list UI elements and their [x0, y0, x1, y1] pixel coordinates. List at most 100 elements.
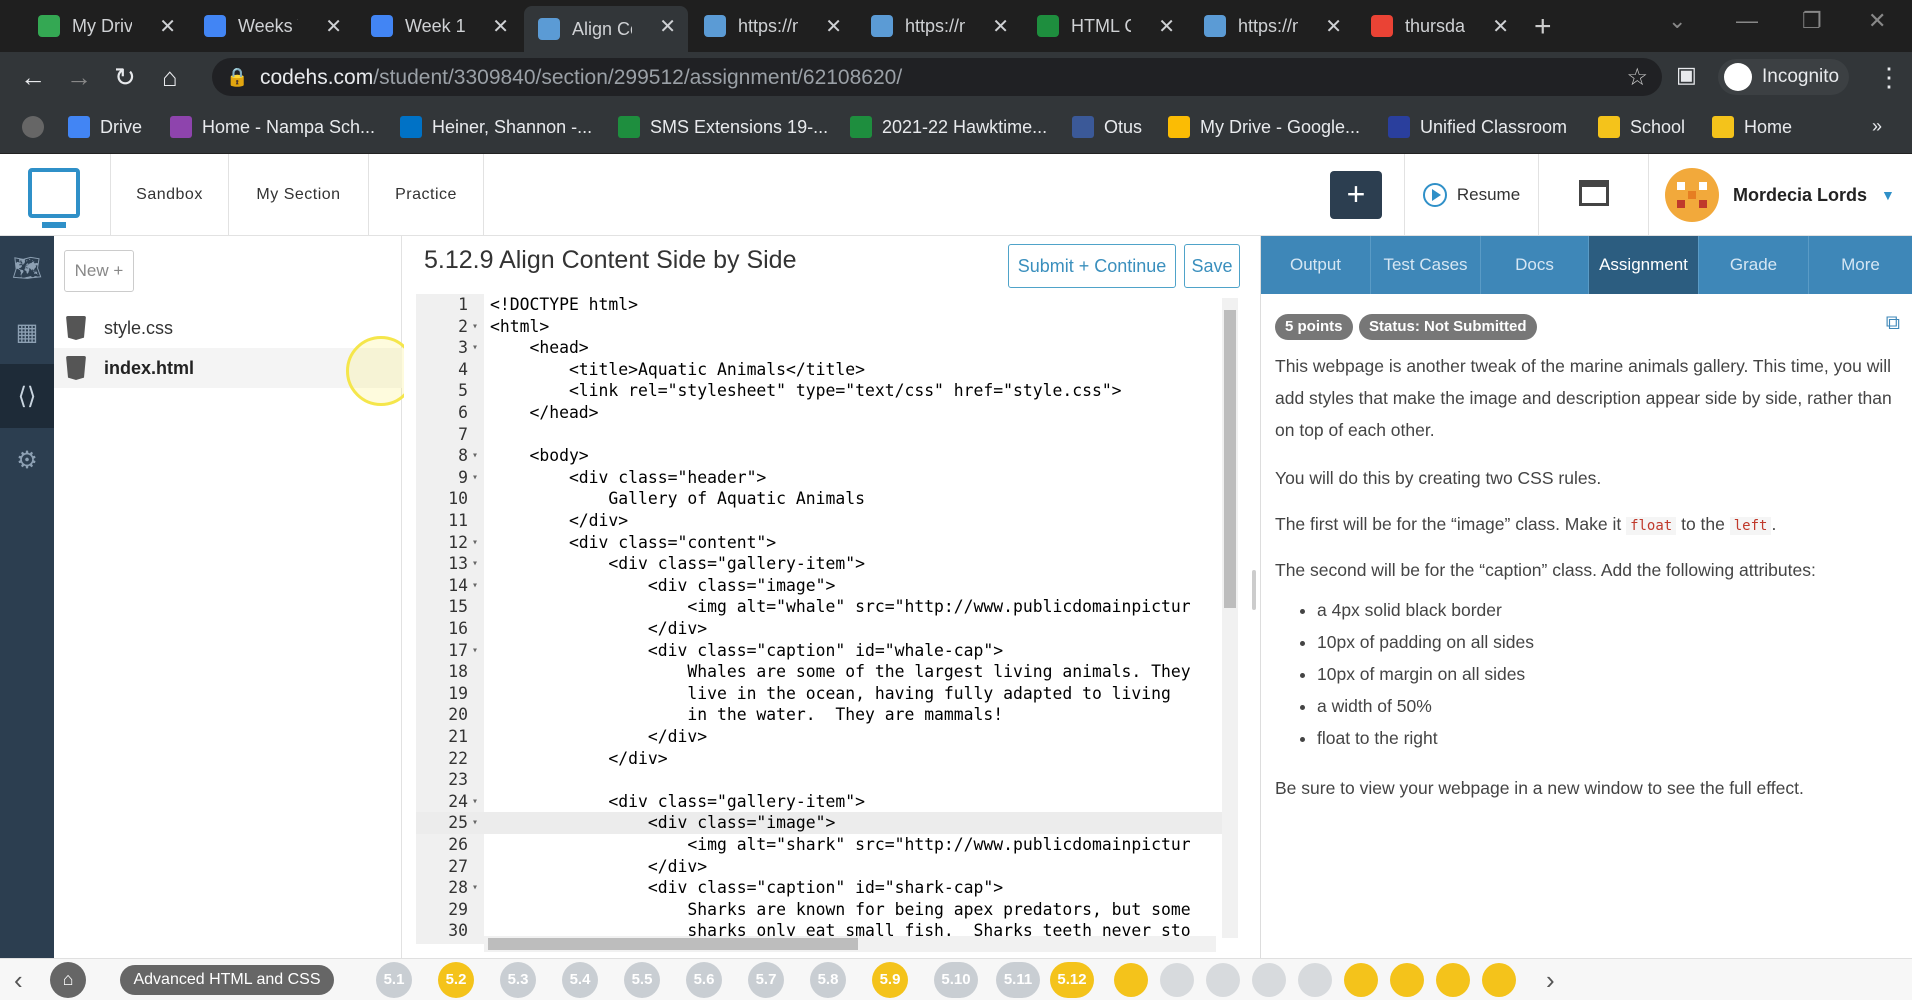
lesson-bubble[interactable]: 5.7: [748, 962, 784, 998]
tab-output[interactable]: Output: [1261, 236, 1371, 294]
bookmark-item[interactable]: My Drive - Google...: [1168, 116, 1360, 138]
fold-arrow-icon[interactable]: ▾: [472, 467, 478, 489]
fold-arrow-icon[interactable]: ▾: [472, 445, 478, 467]
tab-close-icon[interactable]: ✕: [492, 14, 509, 39]
file-item-style-css[interactable]: style.css: [54, 308, 402, 348]
user-menu[interactable]: Mordecia Lords ▼: [1648, 154, 1912, 236]
code-line[interactable]: <div class="caption" id="whale-cap">: [490, 640, 1003, 662]
activity-icon[interactable]: [1436, 963, 1470, 997]
sidebar-icon[interactable]: ▣: [1676, 62, 1697, 88]
fold-arrow-icon[interactable]: ▾: [472, 532, 478, 554]
code-area[interactable]: 1 <!DOCTYPE html> 2 ▾ <html> 3 ▾ <head> 4 <titl…: [416, 294, 1226, 944]
minimize-icon[interactable]: —: [1736, 8, 1758, 34]
code-line[interactable]: in the water. They are mammals!: [490, 704, 1003, 726]
nav-my-section[interactable]: My Section: [228, 154, 368, 236]
back-arrow-icon[interactable]: ←: [20, 62, 46, 93]
bookmark-item[interactable]: Unified Classroom: [1388, 116, 1567, 138]
home-icon[interactable]: ⌂: [162, 62, 178, 93]
code-line[interactable]: <div class="header">: [490, 467, 766, 489]
code-line[interactable]: </div>: [490, 618, 707, 640]
lesson-bubble[interactable]: 5.4: [562, 962, 598, 998]
code-line[interactable]: <img alt="whale" src="http://www.publicd…: [490, 596, 1190, 618]
bookmark-item[interactable]: 2021-22 Hawktime...: [850, 116, 1047, 138]
bookmark-item[interactable]: School: [1598, 116, 1685, 138]
fold-arrow-icon[interactable]: ▾: [472, 640, 478, 662]
calendar-icon[interactable]: ▦: [0, 300, 54, 364]
codehs-logo-icon[interactable]: [28, 168, 80, 228]
browser-tab[interactable]: HTML Cc ✕: [1023, 6, 1187, 46]
activity-icon[interactable]: [1390, 963, 1424, 997]
tab-close-icon[interactable]: ✕: [159, 14, 176, 39]
code-line[interactable]: <div class="gallery-item">: [490, 791, 865, 813]
activity-icon[interactable]: [1344, 963, 1378, 997]
fold-arrow-icon[interactable]: ▾: [472, 812, 478, 834]
url-input[interactable]: 🔒 codehs.com/student/3309840/section/299…: [212, 58, 1662, 96]
code-line[interactable]: <div class="caption" id="shark-cap">: [490, 877, 1003, 899]
bookmark-item[interactable]: Home: [1712, 116, 1792, 138]
code-line[interactable]: <div class="image">: [490, 812, 836, 834]
browser-tab[interactable]: https://n ✕: [857, 6, 1021, 46]
fold-arrow-icon[interactable]: ▾: [472, 575, 478, 597]
lesson-bubble[interactable]: 5.3: [500, 962, 536, 998]
code-line[interactable]: </div>: [490, 748, 667, 770]
tab-docs[interactable]: Docs: [1481, 236, 1589, 294]
resume-button[interactable]: Resume: [1404, 154, 1538, 236]
incognito-indicator[interactable]: Incognito: [1718, 59, 1850, 95]
bookmarks-overflow[interactable]: »: [1872, 116, 1882, 137]
lesson-bubble[interactable]: 5.8: [810, 962, 846, 998]
tab-close-icon[interactable]: ✕: [325, 14, 342, 39]
window-toggle-button[interactable]: [1538, 154, 1648, 236]
code-line[interactable]: Whales are some of the largest living an…: [490, 661, 1190, 683]
browser-tab[interactable]: My Drive ✕: [24, 6, 188, 46]
tab-close-icon[interactable]: ✕: [1158, 14, 1175, 39]
tab-close-icon[interactable]: ✕: [1492, 14, 1509, 39]
lesson-bubble[interactable]: 5.2: [438, 962, 474, 998]
lesson-bubble[interactable]: 5.11: [996, 962, 1040, 998]
reload-icon[interactable]: ↻: [114, 62, 136, 93]
fold-arrow-icon[interactable]: ▾: [472, 316, 478, 338]
tab-more[interactable]: More: [1809, 236, 1912, 294]
bookmark-item[interactable]: SMS Extensions 19-...: [618, 116, 828, 138]
fold-arrow-icon[interactable]: ▾: [472, 791, 478, 813]
tab-close-icon[interactable]: ✕: [1325, 14, 1342, 39]
nav-sandbox[interactable]: Sandbox: [110, 154, 228, 236]
code-line[interactable]: <div class="image">: [490, 575, 836, 597]
scroll-thumb[interactable]: [488, 938, 858, 950]
code-line[interactable]: <link rel="stylesheet" type="text/css" h…: [490, 380, 1122, 402]
code-editor-icon[interactable]: ⟨⟩: [0, 364, 54, 428]
lesson-bubble[interactable]: 5.12: [1050, 962, 1094, 998]
create-plus-button[interactable]: +: [1330, 171, 1382, 219]
lesson-bubble[interactable]: 5.1: [376, 962, 412, 998]
close-window-icon[interactable]: ✕: [1868, 8, 1886, 34]
tab-test-cases[interactable]: Test Cases: [1371, 236, 1481, 294]
new-tab-icon[interactable]: +: [1534, 10, 1552, 44]
code-line[interactable]: </div>: [490, 510, 628, 532]
code-line[interactable]: </head>: [490, 402, 598, 424]
bookmark-item[interactable]: Drive: [68, 116, 142, 138]
bookmark-item[interactable]: Home - Nampa Sch...: [170, 116, 375, 138]
browser-tab[interactable]: https://n ✕: [690, 6, 854, 46]
code-line[interactable]: <!DOCTYPE html>: [490, 294, 638, 316]
horizontal-scrollbar[interactable]: [484, 936, 1216, 952]
bookmark-item[interactable]: Heiner, Shannon -...: [400, 116, 592, 138]
vertical-scrollbar[interactable]: [1222, 298, 1238, 938]
code-line[interactable]: <head>: [490, 337, 588, 359]
lesson-bubble[interactable]: 5.10: [934, 962, 978, 998]
code-line[interactable]: <html>: [490, 316, 549, 338]
home-icon[interactable]: ⌂: [50, 962, 86, 998]
forward-arrow-icon[interactable]: →: [66, 62, 92, 93]
code-line[interactable]: <body>: [490, 445, 588, 467]
lesson-bubble[interactable]: 5.9: [872, 962, 908, 998]
fold-arrow-icon[interactable]: ▾: [472, 337, 478, 359]
code-line[interactable]: Sharks are known for being apex predator…: [490, 899, 1190, 921]
fold-arrow-icon[interactable]: ▾: [472, 553, 478, 575]
code-line[interactable]: </div>: [490, 856, 707, 878]
fold-arrow-icon[interactable]: ▾: [472, 877, 478, 899]
save-button[interactable]: Save: [1184, 244, 1240, 288]
unit-title[interactable]: Advanced HTML and CSS: [120, 965, 334, 995]
apps-icon[interactable]: [22, 116, 54, 138]
browser-tab[interactable]: thursday ✕: [1357, 6, 1521, 46]
lesson-bubble[interactable]: 5.5: [624, 962, 660, 998]
external-link-icon[interactable]: ⧉: [1886, 312, 1900, 335]
browser-tab[interactable]: Weeks W ✕: [190, 6, 354, 46]
